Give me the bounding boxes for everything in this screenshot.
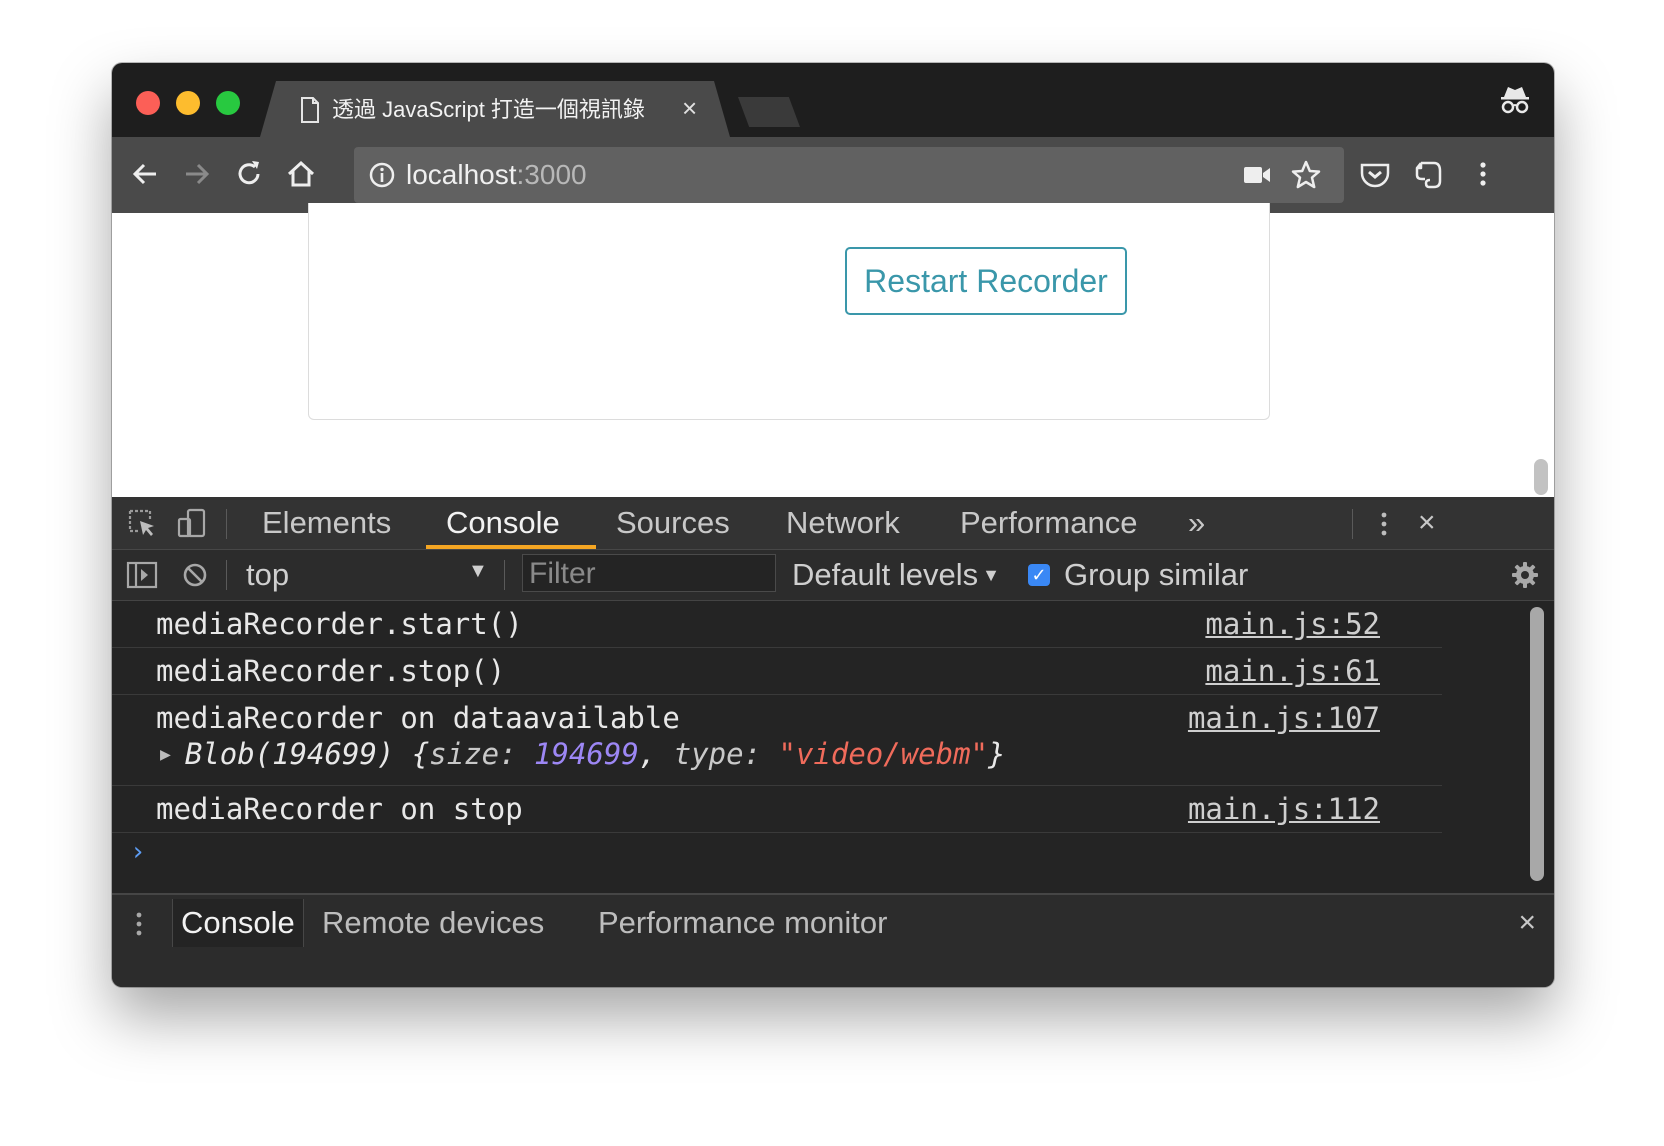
title-bar: 透過 JavaScript 打造一個視訊錄 × [112,63,1554,137]
tab-title: 透過 JavaScript 打造一個視訊錄 [332,97,645,122]
pocket-icon[interactable] [1358,157,1392,191]
group-similar-label[interactable]: Group similar [1064,556,1248,594]
tab-elements[interactable]: Elements [262,497,391,549]
url-text: localhost:3000 [406,157,587,193]
blob-object-preview[interactable]: ▶ Blob(194699) {size: 194699, type: "vide… [160,735,1005,774]
drawer-menu-icon[interactable] [134,909,144,939]
device-toolbar-icon[interactable] [176,507,208,539]
active-tab-indicator [426,545,596,549]
console-message-text: mediaRecorder on stop [156,792,523,826]
camera-icon[interactable] [1242,163,1272,187]
blob-size-value: 194699 [534,737,639,771]
url-port: :3000 [516,159,587,190]
console-message-text: mediaRecorder.start() [156,607,523,641]
tab-network[interactable]: Network [786,497,900,549]
tab-sources[interactable]: Sources [616,497,730,549]
page-content: Restart Recorder [112,203,1554,497]
separator [226,509,227,539]
restart-recorder-button[interactable]: Restart Recorder [845,247,1127,315]
context-dropdown-arrow-icon[interactable]: ▼ [468,560,488,583]
console-message: mediaRecorder.start() main.js:52 [112,601,1442,648]
close-window-button[interactable] [136,91,160,115]
document-icon [300,97,320,123]
blob-separator: , [638,737,674,771]
blob-size-key: size: [429,737,535,771]
console-message-text: mediaRecorder.stop() [156,654,506,688]
drawer-tab-remote-devices[interactable]: Remote devices [322,899,544,947]
devtools-menu-icon[interactable] [1374,509,1394,539]
browser-tab[interactable]: 透過 JavaScript 打造一個視訊錄 × [260,81,730,137]
drawer-tab-performance-monitor[interactable]: Performance monitor [598,899,887,947]
blob-prefix: Blob(194699) { [184,737,430,771]
url-host: localhost [406,159,517,190]
blob-type-value: "video/webm" [778,737,989,771]
devtools-close-icon[interactable]: × [1418,497,1436,549]
info-icon[interactable] [368,161,396,189]
console-message-text: mediaRecorder on dataavailable [156,701,680,735]
blob-type-key: type: [673,737,779,771]
browser-window: 透過 JavaScript 打造一個視訊錄 × localhost:3000 R… [112,63,1554,987]
clear-console-icon[interactable] [180,560,210,590]
page-scrollbar-thumb[interactable] [1534,459,1548,495]
incognito-icon [1501,87,1529,114]
page-scrollbar[interactable] [1528,213,1544,497]
drawer-close-icon[interactable]: × [1518,903,1536,943]
devtools-panel: Elements Console Sources Network Perform… [112,497,1554,987]
sidebar-toggle-icon[interactable] [126,560,158,590]
new-tab-button[interactable] [738,97,800,127]
console-source-link[interactable]: main.js:112 [1188,789,1380,829]
content-card: Restart Recorder [308,203,1270,420]
tab-console[interactable]: Console [446,497,560,549]
evernote-icon[interactable] [1412,157,1446,191]
console-output: mediaRecorder.start() main.js:52 mediaRe… [112,601,1442,893]
console-toolbar: top ▼ Filter Default levels ▼ ✓ Group sim… [112,550,1554,601]
console-source-link[interactable]: main.js:61 [1205,651,1380,691]
group-similar-checkbox[interactable]: ✓ [1028,564,1050,586]
console-filter-input[interactable]: Filter [522,554,776,592]
console-message: mediaRecorder on dataavailable main.js:1… [112,695,1442,786]
devtools-tab-bar: Elements Console Sources Network Perform… [112,497,1554,550]
home-icon[interactable] [284,157,318,191]
separator [504,560,505,590]
console-source-link[interactable]: main.js:52 [1205,604,1380,644]
blob-suffix: } [988,737,1006,771]
levels-dropdown-arrow-icon: ▼ [982,565,1000,585]
drawer-tab-console[interactable]: Console [172,899,304,947]
separator [226,560,227,590]
console-prompt[interactable]: › [130,837,146,867]
console-message: mediaRecorder.stop() main.js:61 [112,648,1442,695]
tab-close-icon[interactable]: × [682,93,697,123]
more-tabs-icon[interactable]: » [1188,497,1205,549]
back-arrow-icon[interactable] [128,157,162,191]
console-source-link[interactable]: main.js:107 [1188,698,1380,738]
log-levels-label: Default levels [792,557,979,592]
devtools-drawer: Console Remote devices Performance monit… [112,893,1554,987]
bookmark-star-icon[interactable] [1290,159,1322,191]
minimize-window-button[interactable] [176,91,200,115]
console-message: mediaRecorder on stop main.js:112 [112,786,1442,833]
inspect-element-icon[interactable] [126,507,158,539]
reload-icon[interactable] [232,157,266,191]
context-selector[interactable]: top [246,556,289,594]
address-bar[interactable]: localhost:3000 [354,147,1344,203]
separator [1352,509,1353,539]
menu-dots-icon[interactable] [1466,157,1500,191]
tab-performance[interactable]: Performance [960,497,1137,549]
expand-triangle-icon[interactable]: ▶ [160,744,171,765]
forward-arrow-icon[interactable] [180,157,214,191]
console-scrollbar-thumb[interactable] [1530,607,1544,881]
console-settings-gear-icon[interactable] [1510,560,1540,590]
maximize-window-button[interactable] [216,91,240,115]
log-levels-dropdown[interactable]: Default levels ▼ [792,556,1000,594]
